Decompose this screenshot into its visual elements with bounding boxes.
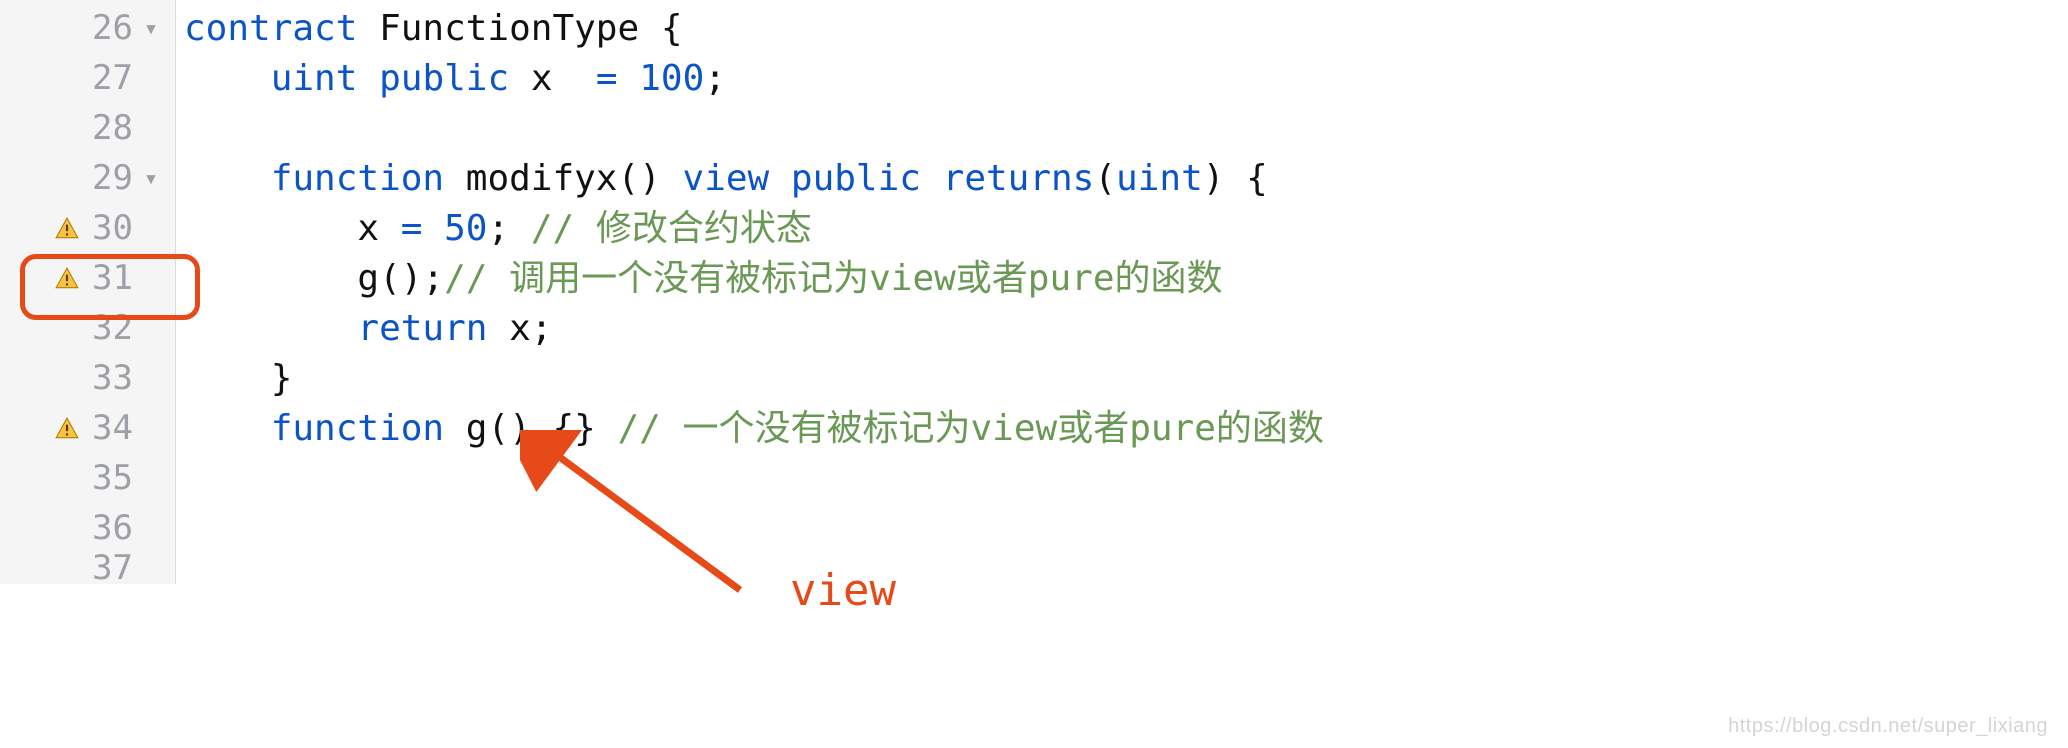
comment: // 调用一个没有被标记为view或者pure的函数	[444, 254, 1222, 304]
fold-icon[interactable]: ▾	[139, 162, 163, 196]
gutter-row[interactable]: 35 ▾	[0, 454, 175, 504]
code-text: ) {	[1203, 154, 1268, 204]
comment: // 修改合约状态	[531, 204, 812, 254]
gutter-row[interactable]: 29 ▾	[0, 154, 175, 204]
annotation-label: view	[790, 560, 896, 622]
code-area[interactable]: contract FunctionType { uint public x = …	[176, 0, 2068, 584]
warning-icon[interactable]	[54, 266, 80, 292]
keyword: uint	[1116, 154, 1203, 204]
code-text	[921, 154, 943, 204]
code-text: g();	[184, 254, 444, 304]
code-text	[184, 154, 271, 204]
line-number: 33	[92, 355, 133, 403]
code-line[interactable]: }	[184, 354, 2068, 404]
code-editor[interactable]: 26 ▾ 27 ▾ 28 ▾ 29 ▾ 30 ▾ 31 ▾	[0, 0, 2068, 584]
code-line[interactable]	[184, 454, 2068, 504]
code-text: x;	[487, 304, 552, 354]
operator: =	[596, 54, 618, 104]
code-text	[422, 204, 444, 254]
gutter-row[interactable]: 26 ▾	[0, 4, 175, 54]
gutter-row[interactable]: 36 ▾	[0, 504, 175, 554]
code-text: g() {}	[444, 404, 617, 454]
code-line[interactable]	[184, 504, 2068, 554]
code-text	[357, 54, 379, 104]
code-text: x	[509, 54, 596, 104]
line-number: 27	[92, 55, 133, 103]
code-line[interactable]: uint public x = 100;	[184, 54, 2068, 104]
keyword: returns	[943, 154, 1095, 204]
warning-icon[interactable]	[54, 216, 80, 242]
code-line[interactable]: function modifyx() view public returns(u…	[184, 154, 2068, 204]
gutter-row[interactable]: 27 ▾	[0, 54, 175, 104]
keyword: return	[357, 304, 487, 354]
line-number: 31	[92, 255, 133, 303]
line-number: 35	[92, 455, 133, 503]
code-text: (	[1094, 154, 1116, 204]
number: 100	[639, 54, 704, 104]
code-text	[618, 54, 640, 104]
code-text: x	[184, 204, 401, 254]
code-text: {	[661, 4, 683, 54]
line-number: 32	[92, 305, 133, 353]
code-text: }	[184, 354, 292, 404]
code-text: ;	[487, 204, 530, 254]
gutter-row[interactable]: 28 ▾	[0, 104, 175, 154]
code-text: ;	[704, 54, 726, 104]
keyword: contract	[184, 4, 357, 54]
keyword: uint	[271, 54, 358, 104]
code-line[interactable]: g();// 调用一个没有被标记为view或者pure的函数	[184, 254, 2068, 304]
gutter-row[interactable]: 34 ▾	[0, 404, 175, 454]
code-line[interactable]: contract FunctionType {	[184, 4, 2068, 54]
keyword: view	[683, 154, 770, 204]
fold-icon[interactable]: ▾	[139, 12, 163, 46]
gutter-row[interactable]: 33 ▾	[0, 354, 175, 404]
keyword: function	[271, 154, 444, 204]
code-text	[184, 304, 357, 354]
number: 50	[444, 204, 487, 254]
watermark-text: https://blog.csdn.net/super_lixiang	[1728, 712, 2048, 740]
gutter-row[interactable]: 30 ▾	[0, 204, 175, 254]
keyword: public	[379, 54, 509, 104]
code-line[interactable]	[184, 104, 2068, 154]
line-number: 26	[92, 5, 133, 53]
code-text	[769, 154, 791, 204]
warning-icon[interactable]	[54, 416, 80, 442]
code-text: modifyx()	[444, 154, 682, 204]
line-number: 37	[92, 545, 133, 593]
gutter: 26 ▾ 27 ▾ 28 ▾ 29 ▾ 30 ▾ 31 ▾	[0, 0, 176, 584]
comment: // 一个没有被标记为view或者pure的函数	[617, 404, 1323, 454]
line-number: 28	[92, 105, 133, 153]
keyword: public	[791, 154, 921, 204]
line-number: 29	[92, 155, 133, 203]
gutter-row[interactable]: 32 ▾	[0, 304, 175, 354]
gutter-row[interactable]: 37 ▾	[0, 554, 175, 584]
line-number: 30	[92, 205, 133, 253]
code-text	[184, 404, 271, 454]
line-number: 34	[92, 405, 133, 453]
gutter-row[interactable]: 31 ▾	[0, 254, 175, 304]
operator: =	[401, 204, 423, 254]
code-line[interactable]: function g() {} // 一个没有被标记为view或者pure的函数	[184, 404, 2068, 454]
code-line[interactable]: x = 50; // 修改合约状态	[184, 204, 2068, 254]
code-line[interactable]: return x;	[184, 304, 2068, 354]
code-text	[184, 54, 271, 104]
code-text: FunctionType	[357, 4, 660, 54]
keyword: function	[271, 404, 444, 454]
